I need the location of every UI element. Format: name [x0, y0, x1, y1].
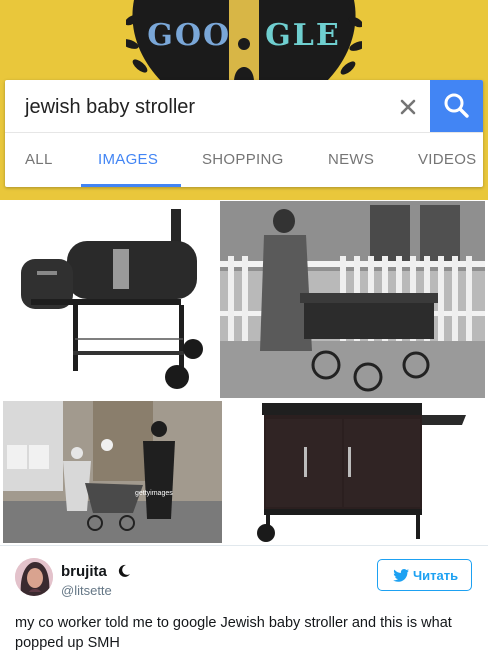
tweet-text: my co worker told me to google Jewish ba…: [15, 615, 452, 651]
close-icon: [400, 99, 416, 115]
image-result-black-grill-cart[interactable]: [226, 401, 485, 543]
search-icon: [444, 93, 469, 118]
tab-images[interactable]: IMAGES: [98, 151, 158, 168]
search-button[interactable]: [430, 80, 483, 132]
tab-news[interactable]: NEWS: [328, 151, 374, 168]
logo-left: GOO: [147, 18, 232, 53]
image-result-street-stroller[interactable]: gettyimages: [3, 401, 222, 543]
follow-button-label: Читать: [413, 568, 459, 583]
tab-all[interactable]: ALL: [25, 151, 53, 168]
tweet-author-handle[interactable]: @litsette: [61, 583, 112, 598]
tab-shopping[interactable]: SHOPPING: [202, 151, 284, 168]
twitter-bird-icon: [393, 569, 409, 582]
image-result-vintage-stroller[interactable]: [220, 201, 485, 398]
tweet-author-name[interactable]: brujita: [61, 563, 107, 580]
image-result-smoker-grill[interactable]: [3, 201, 216, 398]
tweet-divider: [0, 545, 488, 546]
search-card: jewish baby stroller ALL IMAGES SHOPPING…: [5, 80, 483, 187]
active-tab-indicator: [81, 184, 181, 187]
grill-cart-image: [257, 403, 466, 542]
avatar-image: [15, 558, 53, 596]
crescent-moon-icon: [118, 564, 130, 577]
getty-watermark: gettyimages: [135, 490, 173, 497]
doodle-logo: GOO GLE: [126, 18, 362, 53]
vintage-stroller-photo: [220, 201, 485, 398]
tab-videos[interactable]: VIDEOS: [418, 151, 476, 168]
search-tabs: ALL IMAGES SHOPPING NEWS VIDEOS: [5, 133, 483, 187]
follow-button[interactable]: Читать: [377, 559, 472, 591]
smoker-grill-image: [21, 209, 203, 389]
street-stroller-photo: gettyimages: [3, 401, 222, 543]
search-input[interactable]: jewish baby stroller: [25, 96, 195, 119]
logo-right: GLE: [265, 18, 341, 53]
clear-search-button[interactable]: [391, 90, 425, 124]
avatar[interactable]: [15, 558, 53, 596]
